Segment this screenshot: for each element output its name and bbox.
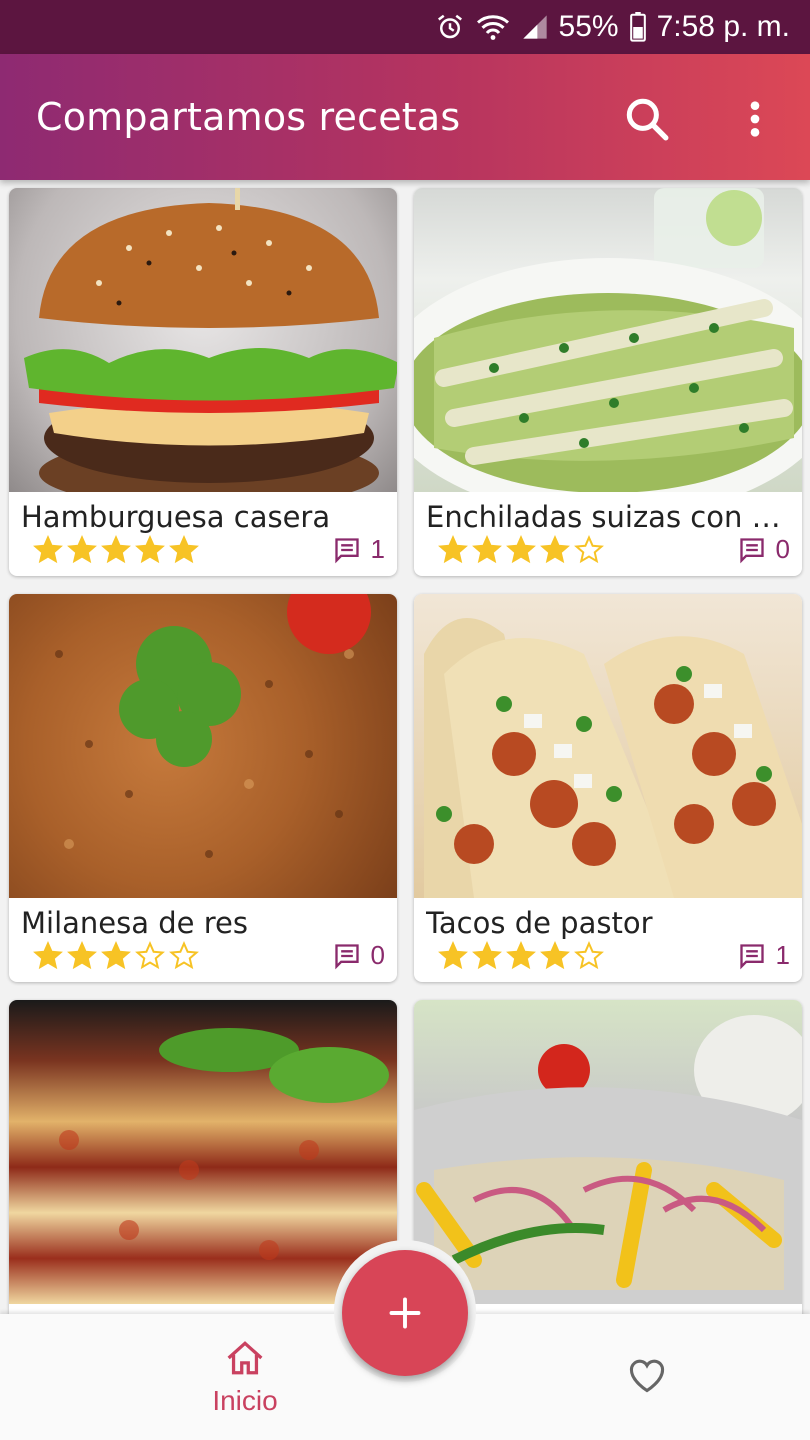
comments-indicator[interactable]: 1: [333, 534, 385, 565]
star-filled-icon: [33, 941, 63, 970]
star-filled-icon: [101, 941, 131, 970]
heart-icon: [629, 1359, 665, 1393]
app-bar: Compartamos recetas: [0, 54, 810, 180]
add-recipe-button[interactable]: [342, 1250, 468, 1376]
comment-icon: [739, 537, 764, 563]
search-icon: [626, 98, 669, 141]
add-icon: [389, 1297, 421, 1329]
star-filled-icon: [135, 535, 165, 564]
clock: 7:58 p. m.: [656, 10, 790, 43]
star-filled-icon: [540, 941, 570, 970]
star-filled-icon: [506, 535, 536, 564]
comment-count: 0: [775, 534, 790, 564]
comments-indicator[interactable]: 1: [738, 940, 790, 971]
battery-icon: [629, 12, 647, 42]
comments-indicator[interactable]: 0: [333, 940, 385, 971]
star-filled-icon: [67, 535, 97, 564]
comment-count: 1: [775, 940, 790, 970]
signal-icon: [521, 13, 549, 41]
recipe-photo-vegetables: [414, 1000, 802, 1304]
recipe-photo-milanesa: [9, 594, 397, 898]
star-filled-icon: [438, 941, 468, 970]
recipe-card[interactable]: Tacos de pastor 1: [414, 594, 802, 982]
recipe-photo-lasagna: [9, 1000, 397, 1304]
nav-home-label: Inicio: [212, 1385, 278, 1416]
recipe-photo-enchiladas: [414, 188, 802, 492]
nav-home[interactable]: Inicio: [190, 1340, 300, 1417]
recipe-title: Milanesa de res: [21, 906, 248, 940]
recipe-card[interactable]: Milanesa de res 0: [9, 594, 397, 982]
star-filled-icon: [101, 535, 131, 564]
star-filled-icon: [506, 941, 536, 970]
battery-percent: 55%: [558, 10, 619, 43]
app-title: Compartamos recetas: [36, 95, 461, 139]
rating-stars: [438, 535, 604, 565]
alarm-icon: [435, 12, 465, 42]
recipe-card[interactable]: Enchiladas suizas con chi... 0: [414, 188, 802, 576]
recipe-title: Hamburguesa casera: [21, 500, 331, 534]
star-filled-icon: [472, 941, 502, 970]
star-empty-icon: [574, 941, 604, 970]
rating-stars: [438, 941, 604, 971]
status-bar: 55% 7:58 p. m.: [0, 0, 810, 54]
recipe-title: Tacos de pastor: [426, 906, 653, 940]
comment-count: 1: [370, 534, 385, 564]
star-empty-icon: [135, 941, 165, 970]
star-filled-icon: [540, 535, 570, 564]
wifi-icon: [475, 12, 511, 42]
comment-icon: [739, 943, 764, 969]
home-icon: [227, 1341, 263, 1375]
star-filled-icon: [33, 535, 63, 564]
overflow-menu-button[interactable]: [735, 94, 775, 144]
star-empty-icon: [169, 941, 199, 970]
recipe-card[interactable]: Hamburguesa casera 1: [9, 188, 397, 576]
recipe-photo-tacos: [414, 594, 802, 898]
comments-indicator[interactable]: 0: [738, 534, 790, 565]
rating-stars: [33, 941, 199, 971]
comment-count: 0: [370, 940, 385, 970]
recipe-title: Enchiladas suizas con chi...: [426, 500, 796, 534]
comment-icon: [334, 943, 359, 969]
recipe-photo-burger: [9, 188, 397, 492]
star-filled-icon: [472, 535, 502, 564]
star-filled-icon: [438, 535, 468, 564]
rating-stars: [33, 535, 199, 565]
star-filled-icon: [67, 941, 97, 970]
comment-icon: [334, 537, 359, 563]
search-button[interactable]: [622, 94, 672, 144]
star-empty-icon: [574, 535, 604, 564]
more-vert-icon: [750, 101, 760, 137]
nav-favorites[interactable]: [626, 1356, 668, 1399]
star-filled-icon: [169, 535, 199, 564]
